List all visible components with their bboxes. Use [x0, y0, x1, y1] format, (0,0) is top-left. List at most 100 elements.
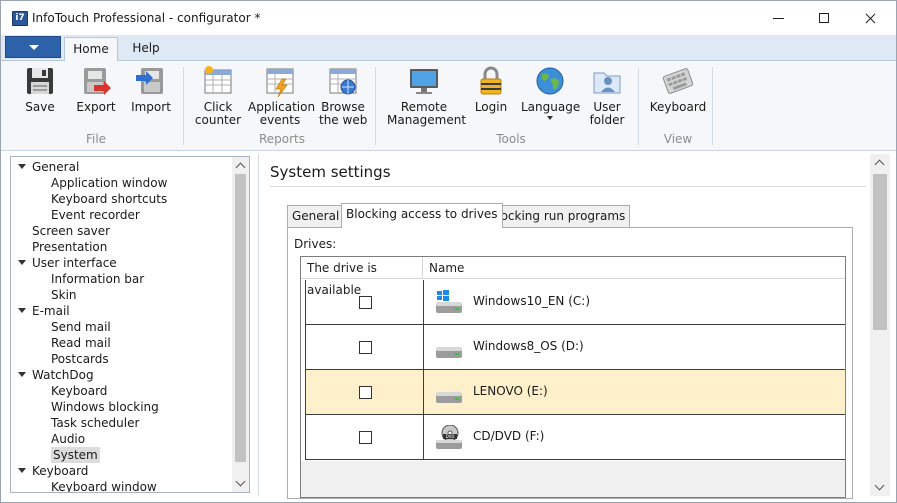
ribbon-divider: [375, 67, 376, 145]
tab-home[interactable]: Home: [64, 37, 118, 61]
dropdown-arrow-icon: [547, 116, 553, 120]
tab-blocking-run-programs[interactable]: Blocking run programs: [484, 205, 631, 227]
available-cell: [305, 280, 424, 324]
svg-text:DVD: DVD: [446, 434, 455, 439]
table-row[interactable]: Windows10_EN (C:): [305, 280, 845, 325]
login-button[interactable]: Login: [471, 65, 511, 114]
drive-name: Windows10_EN (C:): [473, 294, 590, 308]
group-label-tools: Tools: [496, 132, 526, 146]
tree-item-label: E-mail: [32, 304, 70, 318]
tree-item-label: Application window: [51, 176, 168, 190]
expand-arrow-icon[interactable]: [18, 308, 26, 313]
browse-the-web-button[interactable]: Browse the web: [319, 65, 367, 127]
drive-name: Windows8_OS (D:): [473, 339, 584, 353]
tree-item-label: WatchDog: [32, 368, 94, 382]
chevron-down-icon: [235, 476, 246, 487]
title-bar: i7 InfoTouch Professional - configurator…: [1, 1, 896, 35]
windows-drive-icon: [435, 290, 463, 316]
expand-arrow-icon[interactable]: [18, 260, 26, 265]
drive-available-checkbox[interactable]: [359, 296, 372, 309]
tab-blocking-access-to-drives[interactable]: Blocking access to drives: [341, 203, 503, 228]
panel-scrollbar[interactable]: [870, 154, 890, 496]
language-dropdown[interactable]: Language: [521, 65, 580, 120]
drive-available-checkbox[interactable]: [359, 431, 372, 444]
grid-empty-area: [301, 461, 845, 497]
tree-item-label: Skin: [51, 288, 77, 302]
keyboard-icon: [662, 65, 694, 97]
tree-item-label: Keyboard: [32, 464, 89, 478]
drive-name: LENOVO (E:): [473, 384, 548, 398]
tab-general[interactable]: General: [287, 205, 345, 227]
tree-item-label: Windows blocking: [51, 400, 159, 414]
app-menu-button[interactable]: [5, 36, 61, 58]
drive-name: CD/DVD (F:): [473, 429, 545, 443]
chevron-down-icon: [874, 480, 885, 491]
group-label-file: File: [85, 132, 107, 146]
save-button[interactable]: Save: [19, 65, 61, 114]
ribbon: Save Export Import File Click counter Ap…: [1, 61, 896, 151]
close-button[interactable]: [847, 1, 893, 35]
remote-management-button[interactable]: Remote Management: [387, 65, 466, 127]
chevron-down-icon: [29, 45, 39, 50]
group-label-view: View: [663, 132, 693, 146]
settings-tree: General Application window Keyboard shortc…: [10, 156, 250, 493]
drives-grid: The drive is available Name Windows10_EN…: [300, 256, 846, 498]
expand-arrow-icon[interactable]: [18, 372, 26, 377]
window-title: InfoTouch Professional - configurator *: [32, 11, 261, 25]
settings-panel: System settings General Blocking access …: [258, 154, 892, 499]
table-row[interactable]: DVD CD/DVD (F:): [305, 415, 845, 460]
table-row[interactable]: Windows8_OS (D:): [305, 325, 845, 370]
tree-item-label: Information bar: [51, 272, 145, 286]
dvd-drive-icon: DVD: [435, 424, 463, 451]
tree-item-label: Presentation: [32, 240, 108, 254]
user-folder-icon: [591, 65, 623, 97]
tab-help[interactable]: Help: [123, 37, 169, 61]
export-button[interactable]: Export: [74, 65, 118, 114]
drive-available-checkbox[interactable]: [359, 341, 372, 354]
scroll-up-button[interactable]: [870, 154, 890, 172]
import-button[interactable]: Import: [129, 65, 173, 114]
application-events-icon: [264, 65, 296, 98]
click-counter-icon: [202, 65, 234, 97]
chevron-up-icon: [874, 159, 885, 170]
scroll-down-button[interactable]: [232, 475, 249, 492]
tree-item-label: Keyboard shortcuts: [51, 192, 168, 206]
scroll-down-button[interactable]: [870, 478, 890, 496]
click-counter-button[interactable]: Click counter: [194, 65, 242, 127]
ribbon-divider: [183, 67, 184, 145]
column-header-name[interactable]: Name: [423, 257, 845, 279]
browse-web-icon: [327, 65, 359, 97]
minimize-button[interactable]: [755, 1, 801, 35]
tree-item-label: Audio: [51, 432, 86, 446]
app-window: i7 InfoTouch Professional - configurator…: [0, 0, 897, 503]
tree-item-label: User interface: [32, 256, 117, 270]
export-icon: [80, 65, 112, 97]
user-folder-button[interactable]: User folder: [585, 65, 629, 127]
page-title: System settings: [270, 163, 391, 181]
table-row[interactable]: LENOVO (E:): [305, 370, 845, 415]
column-header-available[interactable]: The drive is available: [301, 257, 423, 297]
maximize-button[interactable]: [801, 1, 847, 35]
application-events-button[interactable]: Application events: [248, 65, 315, 127]
expand-arrow-icon[interactable]: [18, 468, 26, 473]
tree-item-label: Event recorder: [51, 208, 140, 222]
drive-available-checkbox[interactable]: [359, 386, 372, 399]
floppy-disk-icon: [24, 65, 56, 97]
keyboard-button[interactable]: Keyboard: [649, 65, 707, 114]
app-logo-icon: i7: [12, 11, 28, 26]
available-cell: [305, 325, 424, 369]
tree-item-label: Task scheduler: [51, 416, 140, 430]
scroll-up-button[interactable]: [232, 157, 249, 174]
monitor-icon: [408, 65, 440, 97]
grid-header: The drive is available Name: [301, 257, 845, 297]
scrollbar-thumb[interactable]: [235, 174, 246, 462]
expand-arrow-icon[interactable]: [18, 164, 26, 169]
tree-scrollbar[interactable]: [232, 157, 249, 492]
drives-label: Drives:: [294, 237, 337, 251]
tree-item-label: Read mail: [51, 336, 111, 350]
tree-item-label: Keyboard: [51, 384, 108, 398]
tab-panel: Drives: The drive is available Name Wind…: [287, 227, 853, 499]
available-cell: [305, 415, 424, 459]
scrollbar-thumb[interactable]: [873, 174, 887, 330]
globe-icon: [534, 65, 566, 97]
